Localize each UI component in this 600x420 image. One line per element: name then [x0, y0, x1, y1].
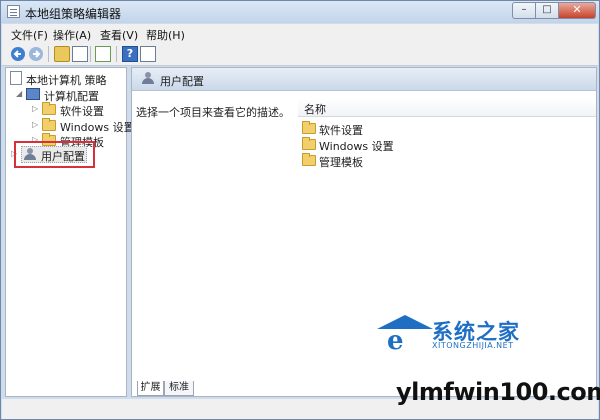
tree-item-software-settings[interactable]: ▷ 软件设置 [6, 101, 126, 118]
window-title: 本地组策略编辑器 [25, 7, 122, 21]
close-button[interactable]: ✕ [558, 2, 596, 19]
watermark-site: ylmfwin100.com [396, 378, 600, 406]
back-arrow-icon[interactable] [10, 46, 26, 62]
tree-pane[interactable]: 本地计算机 策略 ◢ 计算机配置 ▷ 软件设置 ▷ Windows 设置 ▷ 管… [5, 67, 135, 397]
watermark-domain: XITONGZHIJIA.NET [432, 341, 514, 350]
toolbar-separator [48, 46, 49, 62]
watermark-logo: e [373, 313, 433, 359]
export-list-icon[interactable] [95, 46, 111, 62]
app-window: 本地组策略编辑器 – □ ✕ 文件(F) 操作(A) 查看(V) 帮助(H) ?… [0, 0, 600, 420]
tree-item-root[interactable]: 本地计算机 策略 [6, 70, 126, 87]
show-hide-tree-icon[interactable] [72, 46, 88, 62]
policy-editor-icon [7, 5, 20, 18]
toolbar-separator [90, 46, 91, 62]
column-header-name[interactable]: 名称 [298, 98, 596, 117]
collapsed-arrow-icon[interactable]: ▷ [32, 104, 38, 113]
menu-bar: 文件(F) 操作(A) 查看(V) 帮助(H) [2, 24, 598, 43]
folder-icon [302, 153, 316, 166]
menu-file[interactable]: 文件(F) [11, 27, 48, 43]
folder-icon [42, 102, 56, 115]
folder-icon [42, 118, 56, 131]
toolbar-separator [116, 46, 117, 62]
list-item[interactable]: 软件设置 [300, 120, 420, 137]
folder-icon [302, 121, 316, 134]
list-item-label: 管理模板 [319, 156, 363, 169]
help-icon[interactable]: ? [122, 46, 138, 62]
details-title: 用户配置 [160, 75, 204, 88]
minimize-button[interactable]: – [512, 2, 536, 19]
collapsed-arrow-icon[interactable]: ▷ [32, 120, 38, 129]
expanded-arrow-icon[interactable]: ◢ [16, 89, 22, 98]
menu-action[interactable]: 操作(A) [53, 27, 91, 43]
folder-icon [302, 137, 316, 150]
highlight-box [14, 141, 95, 168]
details-pane[interactable]: 用户配置 选择一个项目来查看它的描述。 名称 软件设置 Windows 设置 管… [131, 67, 597, 397]
house-roof-icon [377, 315, 433, 329]
users-icon [141, 72, 155, 85]
tab-extended[interactable]: 扩展 [137, 381, 164, 396]
toolbar: ? [2, 43, 598, 66]
list-item[interactable]: 管理模板 [300, 152, 420, 169]
description-text: 选择一个项目来查看它的描述。 [136, 106, 290, 119]
computer-icon [26, 88, 40, 100]
title-bar[interactable]: 本地组策略编辑器 – □ ✕ [1, 1, 599, 23]
column-label: 名称 [304, 103, 326, 116]
details-header: 用户配置 [132, 68, 596, 91]
tab-standard[interactable]: 标准 [164, 381, 194, 396]
up-folder-icon[interactable] [54, 46, 70, 62]
menu-view[interactable]: 查看(V) [100, 27, 138, 43]
properties-icon[interactable] [140, 46, 156, 62]
list-item[interactable]: Windows 设置 [300, 136, 420, 153]
watermark-letter: e [387, 326, 404, 356]
forward-arrow-icon[interactable] [28, 46, 44, 62]
menu-help[interactable]: 帮助(H) [146, 27, 185, 43]
maximize-button[interactable]: □ [535, 2, 559, 19]
policy-icon [10, 71, 22, 85]
